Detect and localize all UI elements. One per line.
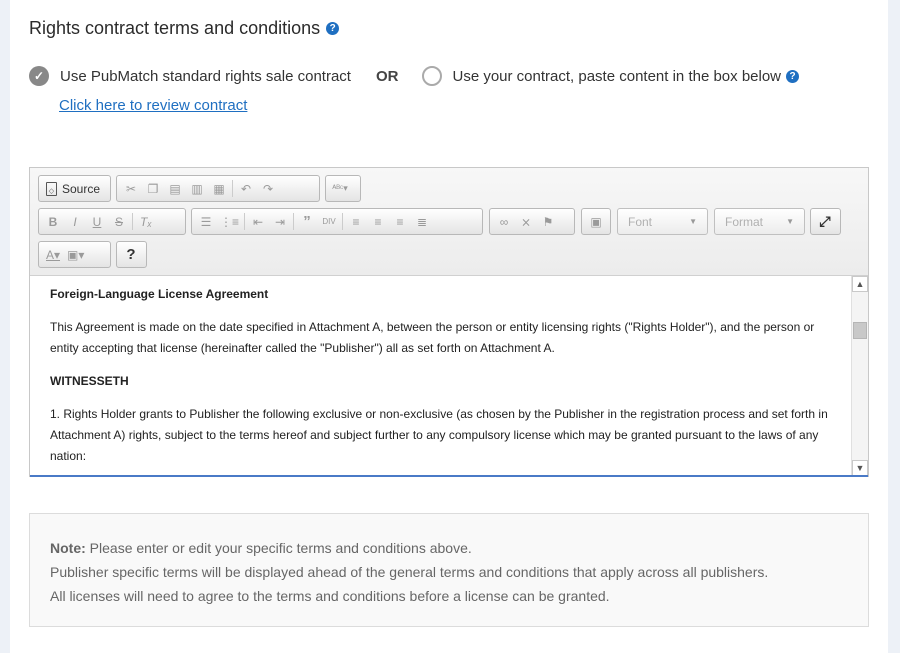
- note-box: Note: Please enter or edit your specific…: [29, 513, 869, 627]
- paste-icon[interactable]: ▤: [164, 178, 186, 199]
- or-label: OR: [375, 67, 399, 85]
- toolbar-separator: [232, 180, 233, 197]
- insert-group: ▣: [581, 208, 611, 235]
- note-line-2: Publisher specific terms will be display…: [50, 564, 769, 580]
- custom-contract-radio[interactable]: [422, 66, 443, 86]
- justify-icon[interactable]: ≣: [411, 211, 433, 232]
- unlink-icon[interactable]: ⨯: [515, 211, 537, 232]
- source-icon: ◇: [46, 181, 57, 196]
- italic-icon[interactable]: I: [64, 211, 86, 232]
- toolbar-separator: [342, 213, 344, 230]
- note-line-1: Please enter or edit your specific terms…: [89, 540, 472, 556]
- rich-text-editor: ◇ Source ✂ ❐ ▤ ▥ ▦ ↶ ↷ ᴬᴮᶜ▾ B I U S Tₓ ☰…: [29, 167, 869, 477]
- document-heading: Foreign-Language License Agreement: [50, 287, 269, 301]
- strike-icon[interactable]: S: [108, 211, 130, 232]
- standard-contract-label[interactable]: Use PubMatch standard rights sale contra…: [60, 68, 351, 85]
- custom-contract-label[interactable]: Use your contract, paste content in the …: [452, 68, 781, 85]
- chevron-down-icon: ▼: [786, 217, 794, 226]
- document-paragraph: This Agreement is made on the date speci…: [50, 320, 815, 355]
- note-label: Note:: [50, 540, 86, 556]
- bulleted-list-icon[interactable]: ⋮≡: [217, 211, 242, 232]
- underline-icon[interactable]: U: [86, 211, 108, 232]
- toolbar-separator: [293, 213, 295, 230]
- help-button[interactable]: ?: [120, 244, 142, 265]
- blockquote-icon[interactable]: ”: [296, 211, 318, 232]
- contract-options: ✓ Use PubMatch standard rights sale cont…: [29, 65, 800, 87]
- chevron-up-icon[interactable]: ▲: [852, 276, 868, 292]
- about-group: ?: [116, 241, 147, 268]
- align-left-icon[interactable]: ≡: [345, 211, 367, 232]
- document-subheading: WITNESSETH: [50, 374, 129, 388]
- div-icon[interactable]: DIV: [318, 211, 340, 232]
- document-paragraph: 1. Rights Holder grants to Publisher the…: [50, 407, 828, 463]
- text-color-icon[interactable]: A▾: [42, 244, 64, 265]
- spellcheck-icon[interactable]: ᴬᴮᶜ▾: [329, 178, 351, 199]
- help-icon[interactable]: ?: [786, 69, 800, 83]
- source-group: ◇ Source: [38, 175, 111, 202]
- font-select[interactable]: Font ▼: [617, 208, 708, 235]
- tools-group: ⤢: [810, 208, 841, 235]
- paste-word-icon[interactable]: ▦: [208, 178, 230, 199]
- format-select[interactable]: Format ▼: [714, 208, 805, 235]
- cut-icon[interactable]: ✂: [120, 178, 142, 199]
- chevron-down-icon: ▼: [689, 217, 697, 226]
- section-title-text: Rights contract terms and conditions: [29, 18, 321, 38]
- editor-scrollbar[interactable]: ▲ ▼: [851, 276, 868, 476]
- paste-text-icon[interactable]: ▥: [186, 178, 208, 199]
- copy-icon[interactable]: ❐: [142, 178, 164, 199]
- editor-content[interactable]: Foreign-Language License Agreement This …: [30, 276, 852, 476]
- indent-icon[interactable]: ⇥: [269, 211, 291, 232]
- anchor-icon[interactable]: ⚑: [537, 211, 559, 232]
- align-center-icon[interactable]: ≡: [367, 211, 389, 232]
- outdent-icon[interactable]: ⇤: [247, 211, 269, 232]
- maximize-icon[interactable]: ⤢: [814, 211, 836, 232]
- numbered-list-icon[interactable]: ☰: [195, 211, 217, 232]
- chevron-down-icon[interactable]: ▼: [852, 460, 868, 476]
- spellcheck-group: ᴬᴮᶜ▾: [325, 175, 361, 202]
- toolbar-separator: [132, 213, 133, 230]
- contract-card: Rights contract terms and conditions ? ✓…: [10, 0, 888, 653]
- font-select-value: Font: [628, 214, 653, 229]
- undo-icon[interactable]: ↶: [235, 178, 257, 199]
- source-label: Source: [62, 181, 101, 196]
- links-group: ∞ ⨯ ⚑: [489, 208, 575, 235]
- editor-focus-border: [30, 475, 868, 477]
- align-right-icon[interactable]: ≡: [389, 211, 411, 232]
- image-icon[interactable]: ▣: [585, 211, 607, 232]
- source-button[interactable]: ◇ Source: [42, 178, 104, 199]
- redo-icon[interactable]: ↷: [257, 178, 279, 199]
- paragraph-group: ☰ ⋮≡ ⇤ ⇥ ” DIV ≡ ≡ ≡ ≣: [191, 208, 483, 235]
- format-select-value: Format: [725, 214, 764, 229]
- help-icon[interactable]: ?: [326, 22, 340, 35]
- note-line-3: All licenses will need to agree to the t…: [50, 588, 610, 604]
- bg-color-icon[interactable]: ▣▾: [64, 244, 87, 265]
- clipboard-group: ✂ ❐ ▤ ▥ ▦ ↶ ↷: [116, 175, 320, 202]
- scrollbar-thumb[interactable]: [853, 322, 867, 339]
- basic-styles-group: B I U S Tₓ: [38, 208, 186, 235]
- link-icon[interactable]: ∞: [493, 211, 515, 232]
- note-line: Note: Please enter or edit your specific…: [50, 536, 848, 560]
- colors-group: A▾ ▣▾: [38, 241, 111, 268]
- toolbar-separator: [244, 213, 246, 230]
- section-title: Rights contract terms and conditions ?: [29, 18, 340, 39]
- review-contract-link[interactable]: Click here to review contract: [59, 97, 247, 114]
- editor-toolbar: ◇ Source ✂ ❐ ▤ ▥ ▦ ↶ ↷ ᴬᴮᶜ▾ B I U S Tₓ ☰…: [30, 168, 868, 276]
- standard-contract-radio[interactable]: ✓: [29, 66, 49, 86]
- remove-format-icon[interactable]: Tₓ: [135, 211, 157, 232]
- bold-icon[interactable]: B: [42, 211, 64, 232]
